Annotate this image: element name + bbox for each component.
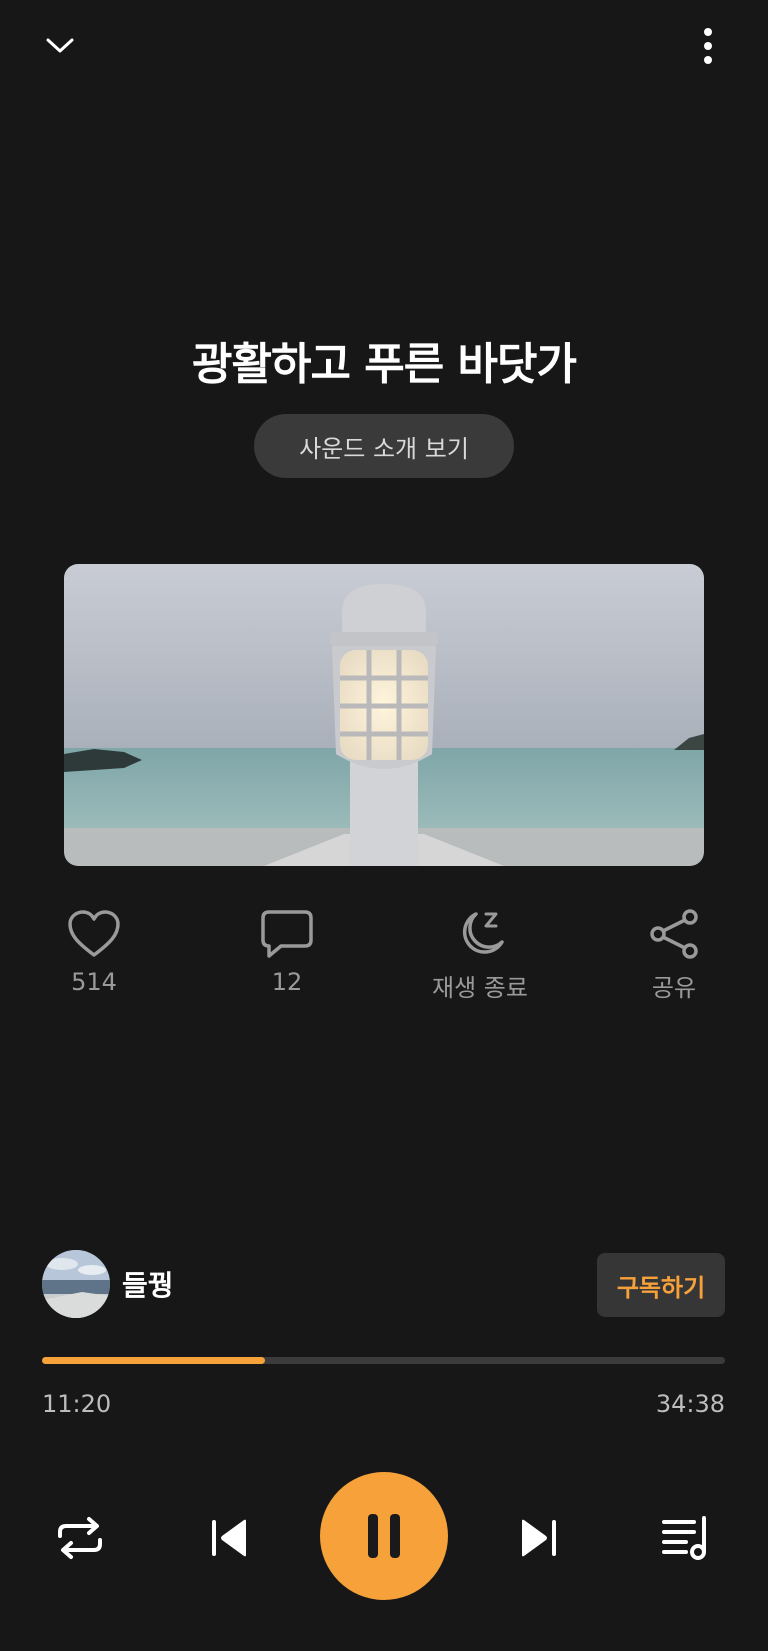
playlist-icon	[662, 1516, 706, 1560]
like-button[interactable]: 514	[24, 908, 164, 996]
channel-avatar[interactable]	[42, 1250, 110, 1318]
track-title: 광활하고 푸른 바닷가	[192, 339, 577, 390]
share-label: 공유	[651, 974, 697, 1002]
comment-count: 12	[271, 968, 303, 996]
skip-next-icon	[522, 1519, 556, 1557]
avatar-image	[42, 1250, 110, 1318]
pause-button[interactable]	[320, 1472, 448, 1600]
sound-intro-button[interactable]: 사운드 소개 보기	[254, 414, 514, 478]
share-icon	[650, 909, 698, 959]
heart-icon	[68, 910, 120, 957]
skip-previous-icon	[212, 1519, 246, 1557]
previous-button[interactable]	[200, 1508, 260, 1568]
sleep-timer-label: 재생 종료	[432, 974, 528, 1002]
repeat-icon	[58, 1517, 102, 1559]
track-thumbnail	[64, 564, 704, 866]
playlist-button[interactable]	[656, 1508, 716, 1568]
moon-sleep-icon	[462, 912, 504, 954]
progress-fill	[42, 1357, 266, 1364]
share-button[interactable]: 공유	[604, 908, 744, 1003]
comment-button[interactable]: 12	[217, 908, 357, 996]
pause-icon	[368, 1514, 400, 1558]
next-button[interactable]	[508, 1508, 568, 1568]
comment-icon	[261, 910, 313, 958]
collapse-button[interactable]	[36, 22, 84, 70]
more-vertical-icon	[704, 28, 712, 64]
like-count: 514	[71, 968, 117, 996]
subscribe-button[interactable]: 구독하기	[597, 1253, 725, 1317]
chevron-down-icon	[46, 38, 74, 53]
current-time: 11:20	[42, 1390, 112, 1418]
seaside-lamp-image	[64, 564, 704, 866]
progress-bar[interactable]	[42, 1357, 725, 1364]
channel-name[interactable]: 들꿩	[122, 1264, 174, 1304]
sleep-timer-button[interactable]: 재생 종료	[410, 908, 550, 1003]
total-time: 34:38	[655, 1390, 725, 1418]
more-options-button[interactable]	[684, 22, 732, 70]
repeat-button[interactable]	[50, 1508, 110, 1568]
